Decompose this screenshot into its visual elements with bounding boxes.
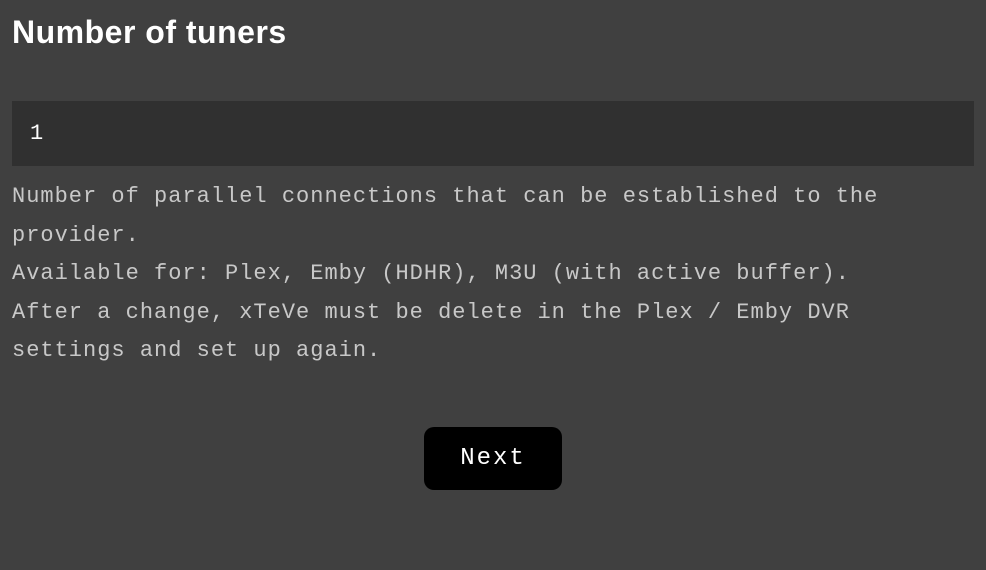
tuner-select[interactable]: 1 [12,101,974,166]
button-row: Next [12,427,974,490]
description-text: Number of parallel connections that can … [12,178,974,371]
next-button[interactable]: Next [424,427,562,490]
page-title: Number of tuners [12,14,974,51]
